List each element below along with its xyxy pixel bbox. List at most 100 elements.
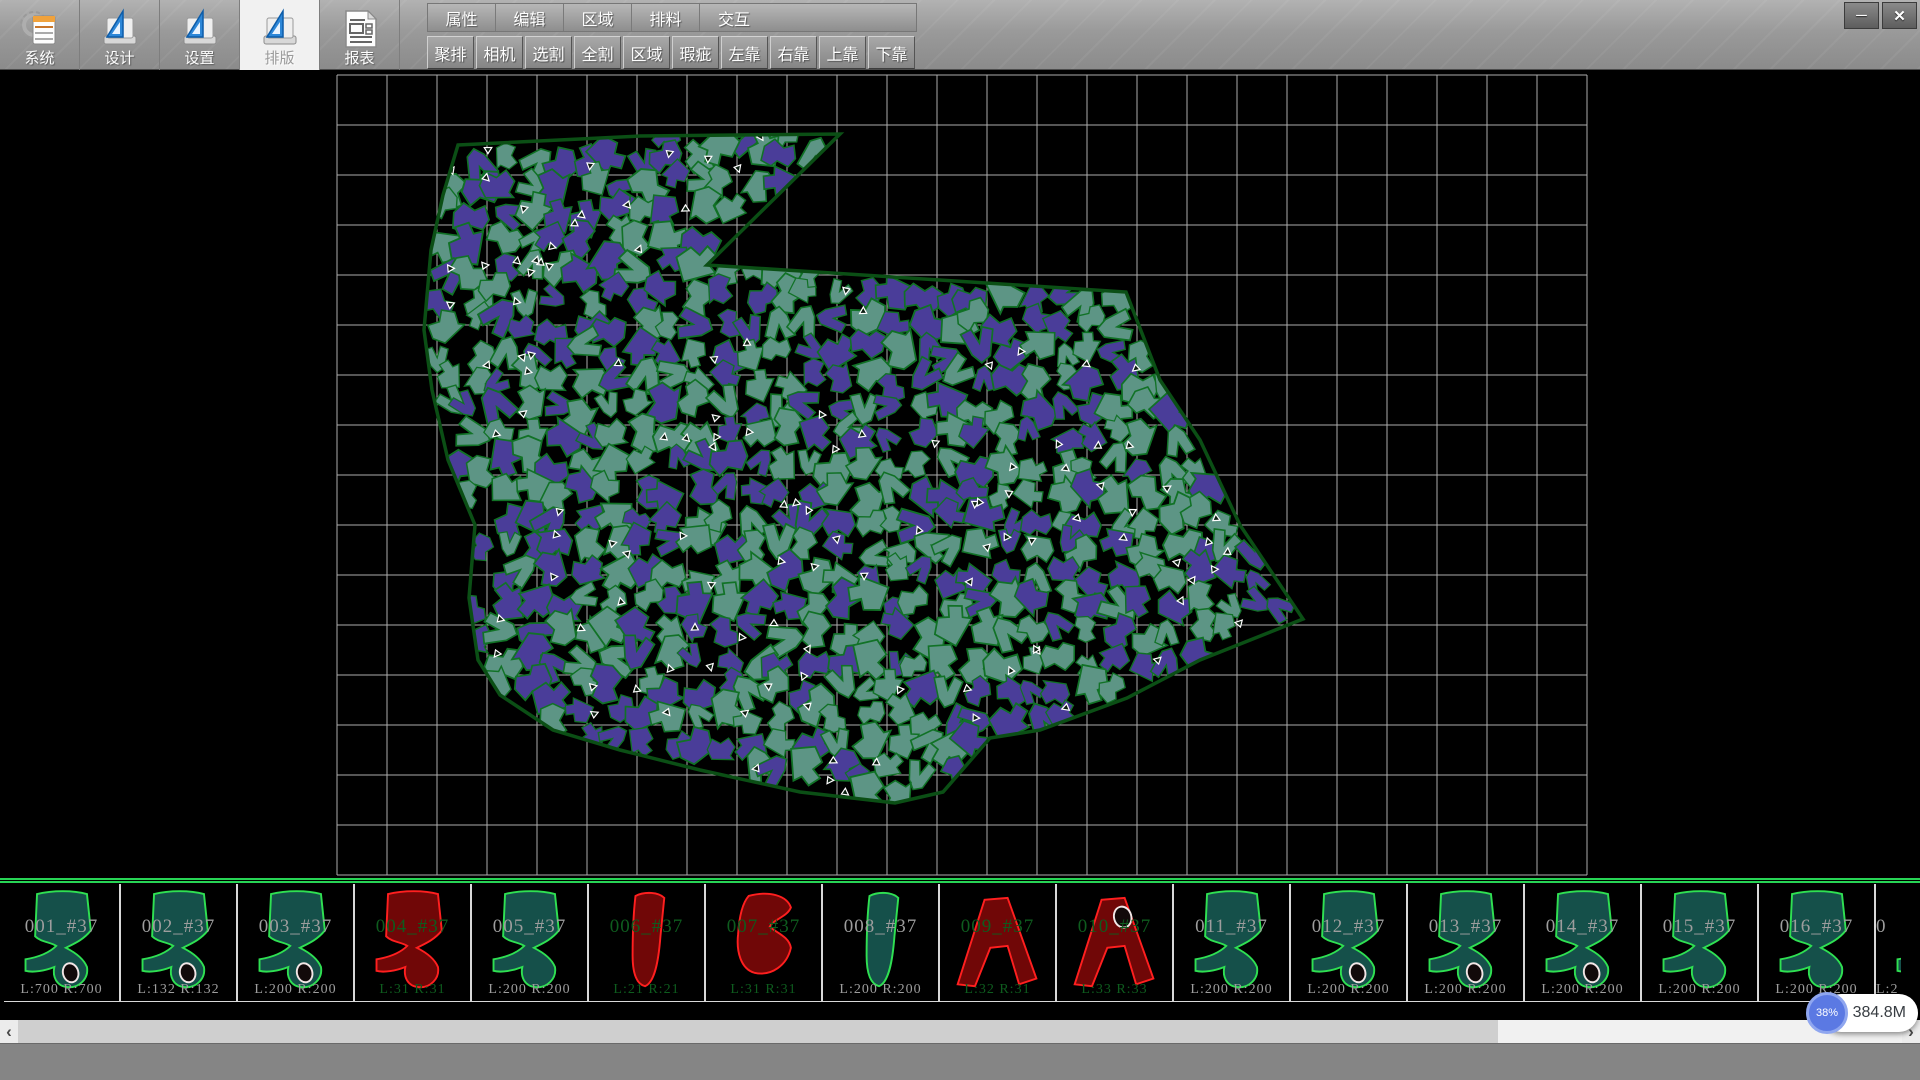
progress-percent-badge: 38% (1806, 992, 1848, 1034)
piece-id-label: 002_#37 (121, 916, 236, 938)
nesting-icon (259, 8, 301, 50)
nav-button-系统[interactable]: 系统 (0, 0, 80, 70)
tool-button-相机[interactable]: 相机 (476, 36, 523, 69)
nav-button-报表[interactable]: 报表 (320, 0, 400, 70)
menu-item-区域[interactable]: 区域 (564, 4, 632, 31)
system-icon (19, 8, 61, 50)
piece-lr-count-label: L:132 R:132 (121, 982, 236, 998)
piece-id-label: 010_#37 (1057, 916, 1172, 938)
strip-bottom-gap (0, 1002, 1920, 1020)
piece-lr-count-label: L:200 R:200 (238, 982, 353, 998)
close-button[interactable]: ✕ (1882, 2, 1917, 29)
piece-thumbnail-014_#37[interactable]: 014_#37 L:200 R:200 (1525, 884, 1642, 1002)
piece-id-label: 006_#37 (589, 916, 704, 938)
hide-nesting-drawing (0, 70, 1920, 878)
nav-button-label: 系统 (24, 50, 54, 67)
scroll-left-arrow-icon[interactable]: ‹ (0, 1020, 18, 1043)
piece-id-label: 003_#37 (238, 916, 353, 938)
piece-thumbnail-012_#37[interactable]: 012_#37 L:200 R:200 (1291, 884, 1408, 1002)
tool-button-下靠[interactable]: 下靠 (868, 36, 915, 69)
nav-button-排版[interactable]: 排版 (240, 0, 320, 70)
piece-thumbnail-009_#37[interactable]: 009_#37 L:32 R:31 (940, 884, 1057, 1002)
piece-thumbnail-016_#37[interactable]: 016_#37L:200 R:200 (1759, 884, 1876, 1002)
nav-button-设计[interactable]: 设计 (80, 0, 160, 70)
piece-id-label: 011_#37 (1174, 916, 1289, 938)
menu-bar: 属性编辑区域排料交互 (427, 3, 917, 32)
piece-lr-count-label: L:200 R:200 (1174, 982, 1289, 998)
piece-lr-count-label: L:200 R:200 (1525, 982, 1640, 998)
nesting-canvas[interactable] (0, 70, 1920, 878)
memory-progress-widget: 38% 384.8M (1822, 994, 1918, 1032)
piece-id-label: 012_#37 (1291, 916, 1406, 938)
piece-id-label: 007_#37 (706, 916, 821, 938)
piece-id-label: 015_#37 (1642, 916, 1757, 938)
piece-lr-count-label: L:200 R:200 (1408, 982, 1523, 998)
piece-id-label: 004_#37 (355, 916, 470, 938)
piece-lr-count-label: L:33 R:33 (1057, 982, 1172, 998)
piece-id-label: 014_#37 (1525, 916, 1640, 938)
piece-lr-count-label: L:200 R:200 (823, 982, 938, 998)
settings-icon (179, 8, 221, 50)
scrollbar-track[interactable] (18, 1020, 1902, 1043)
piece-thumbnail-008_#37[interactable]: 008_#37 L:200 R:200 (823, 884, 940, 1002)
tool-button-选割[interactable]: 选割 (525, 36, 572, 69)
piece-thumbnail-010_#37[interactable]: 010_#37 L:33 R:33 (1057, 884, 1174, 1002)
tool-bar: 聚排相机选割全割区域瑕疵左靠右靠上靠下靠 (427, 36, 917, 69)
piece-lr-count-label: L:32 R:31 (940, 982, 1055, 998)
piece-id-label: 016_#37 (1759, 916, 1874, 938)
piece-lr-count-label: L:31 R:31 (706, 982, 821, 998)
piece-id-label: 013_#37 (1408, 916, 1523, 938)
tool-button-聚排[interactable]: 聚排 (427, 36, 474, 69)
piece-id-label: 009_#37 (940, 916, 1055, 938)
piece-lr-count-label: L:31 R:31 (355, 982, 470, 998)
menu-item-排料[interactable]: 排料 (632, 4, 700, 31)
piece-thumbnail-007_#37[interactable]: 007_#37 L:31 R:31 (706, 884, 823, 1002)
tool-button-全割[interactable]: 全割 (574, 36, 621, 69)
main-nav: 系统 设计 设置 排版 报表 (0, 0, 400, 70)
piece-id-label: 008_#37 (823, 916, 938, 938)
menu-item-编辑[interactable]: 编辑 (496, 4, 564, 31)
nesting-app-window: 系统设计设置排版报表 属性编辑区域排料交互 聚排相机选割全割区域瑕疵左靠右靠上靠… (0, 0, 1920, 1080)
piece-lr-count-label: L:200 R:200 (1642, 982, 1757, 998)
report-icon (339, 8, 381, 50)
piece-thumbnail-003_#37[interactable]: 003_#37 L:200 R:200 (238, 884, 355, 1002)
horizontal-scrollbar[interactable]: ‹ › (0, 1020, 1920, 1043)
nav-button-label: 设置 (184, 50, 214, 67)
tool-button-瑕疵[interactable]: 瑕疵 (672, 36, 719, 69)
design-icon (99, 8, 141, 50)
piece-thumbnail-015_#37[interactable]: 015_#37 L:200 R:200 (1642, 884, 1759, 1002)
tool-button-左靠[interactable]: 左靠 (721, 36, 768, 69)
window-controls: ─ ✕ (1844, 2, 1917, 29)
piece-id-label: 005_#37 (472, 916, 587, 938)
piece-thumbnail-011_#37[interactable]: 011_#37 L:200 R:200 (1174, 884, 1291, 1002)
piece-thumbnail-0[interactable]: 0L:2 (1876, 884, 1901, 1002)
piece-thumbnail-004_#37[interactable]: 004_#37 L:31 R:31 (355, 884, 472, 1002)
nav-button-label: 报表 (344, 50, 374, 67)
piece-lr-count-label: L:700 R:700 (4, 982, 119, 998)
piece-thumbnail-002_#37[interactable]: 002_#37 L:132 R:132 (121, 884, 238, 1002)
piece-lr-count-label: L:21 R:21 (589, 982, 704, 998)
minimize-button[interactable]: ─ (1844, 2, 1879, 29)
piece-id-label: 0 (1876, 916, 1901, 938)
menu-area: 属性编辑区域排料交互 聚排相机选割全割区域瑕疵左靠右靠上靠下靠 (427, 0, 917, 69)
piece-thumbnail-013_#37[interactable]: 013_#37 L:200 R:200 (1408, 884, 1525, 1002)
piece-lr-count-label: L:200 R:200 (1291, 982, 1406, 998)
menu-item-交互[interactable]: 交互 (700, 4, 768, 31)
piece-thumbnail-strip: 001_#37L:700 R:700002_#37L:132 R:132003_… (0, 884, 1920, 1002)
piece-lr-count-label: L:200 R:200 (472, 982, 587, 998)
tool-button-上靠[interactable]: 上靠 (819, 36, 866, 69)
piece-thumbnail-001_#37[interactable]: 001_#37 L:700 R:700 (4, 884, 121, 1002)
nav-button-label: 设计 (104, 50, 134, 67)
scrollbar-thumb[interactable] (18, 1020, 1498, 1043)
nav-button-设置[interactable]: 设置 (160, 0, 240, 70)
piece-thumbnail-006_#37[interactable]: 006_#37 L:21 R:21 (589, 884, 706, 1002)
tool-button-右靠[interactable]: 右靠 (770, 36, 817, 69)
menu-item-属性[interactable]: 属性 (428, 4, 496, 31)
tool-button-区域[interactable]: 区域 (623, 36, 670, 69)
memory-usage-label: 384.8M (1853, 994, 1906, 1032)
piece-id-label: 001_#37 (4, 916, 119, 938)
status-bar (0, 1043, 1920, 1080)
toolbar: 系统设计设置排版报表 属性编辑区域排料交互 聚排相机选割全割区域瑕疵左靠右靠上靠… (0, 0, 1920, 70)
nav-button-label: 排版 (264, 50, 294, 67)
piece-thumbnail-005_#37[interactable]: 005_#37 L:200 R:200 (472, 884, 589, 1002)
